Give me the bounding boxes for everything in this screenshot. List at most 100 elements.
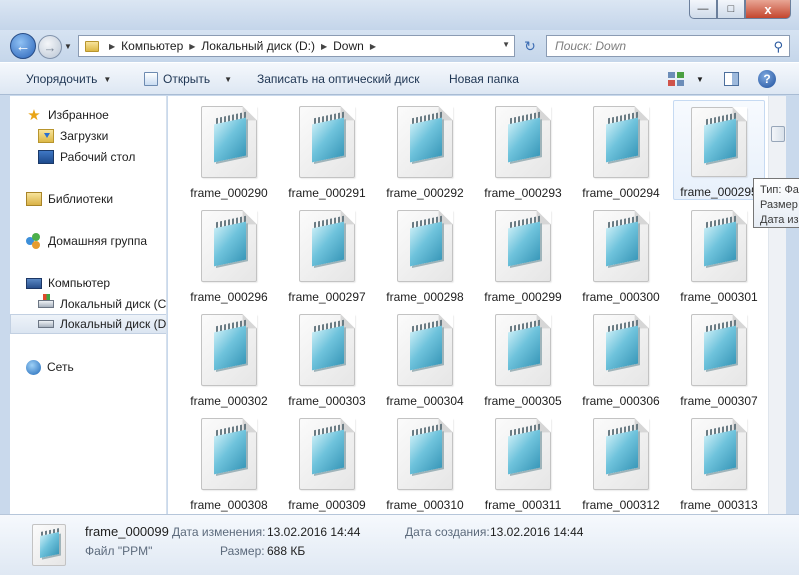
chevron-down-icon: ▼	[103, 74, 112, 84]
new-folder-button[interactable]: Новая папка	[449, 72, 519, 86]
file-item[interactable]: frame_000311	[477, 412, 569, 512]
file-item[interactable]: frame_000297	[281, 204, 373, 304]
notepad-file-icon	[691, 107, 747, 177]
file-item[interactable]: frame_000305	[477, 308, 569, 408]
nav-item-desktop[interactable]: Рабочий стол	[38, 147, 166, 167]
preview-pane-icon	[724, 72, 739, 86]
file-item[interactable]: frame_000300	[575, 204, 667, 304]
breadcrumb-down[interactable]: Down	[333, 39, 364, 53]
preview-pane-button[interactable]	[724, 72, 739, 86]
chevron-right-icon[interactable]: ▶	[370, 42, 376, 51]
nav-item-drive-c[interactable]: Локальный диск (C	[38, 294, 166, 314]
breadcrumb-drive-d[interactable]: Локальный диск (D:)	[201, 39, 315, 53]
nav-item-label: Домашняя группа	[48, 234, 148, 248]
nav-item-label: Сеть	[47, 360, 74, 374]
nav-item-libraries[interactable]: Библиотеки	[26, 189, 166, 209]
nav-item-drive-d[interactable]: Локальный диск (D	[10, 314, 166, 334]
file-item[interactable]: frame_000290	[183, 100, 275, 200]
search-input[interactable]: Поиск: Down ⚲	[546, 35, 790, 57]
notepad-file-icon	[201, 314, 257, 386]
tooltip-size: Размер	[760, 199, 798, 211]
minimize-button[interactable]: —	[689, 0, 717, 19]
file-name: frame_000298	[386, 290, 464, 304]
notepad-file-icon	[299, 418, 355, 490]
nav-item-computer[interactable]: Компьютер	[26, 273, 166, 293]
file-item[interactable]: frame_000312	[575, 412, 667, 512]
file-item[interactable]: frame_000291	[281, 100, 373, 200]
file-item[interactable]: frame_000307	[673, 308, 765, 408]
breadcrumb-computer[interactable]: Компьютер	[121, 39, 183, 53]
nav-item-favorites[interactable]: ★ Избранное	[26, 105, 166, 125]
chevron-right-icon[interactable]: ▶	[189, 42, 195, 51]
file-item[interactable]: frame_000304	[379, 308, 471, 408]
file-item[interactable]: frame_000298	[379, 204, 471, 304]
command-bar: Упорядочить ▼ Открыть ▼ Записать на опти…	[0, 62, 799, 95]
new-folder-label: Новая папка	[449, 72, 519, 86]
details-file-type: Файл "PPM"	[85, 544, 153, 558]
notepad-file-icon	[397, 210, 453, 282]
notepad-file-icon	[495, 106, 551, 178]
file-item[interactable]: frame_000302	[183, 308, 275, 408]
file-name: frame_000304	[386, 394, 464, 408]
help-button[interactable]: ?	[758, 70, 776, 88]
notepad-file-icon	[691, 418, 747, 490]
nav-item-homegroup[interactable]: Домашняя группа	[26, 231, 166, 251]
burn-label: Записать на оптический диск	[257, 72, 420, 86]
file-item[interactable]: frame_000296	[183, 204, 275, 304]
search-icon[interactable]: ⚲	[773, 39, 783, 55]
tooltip-date: Дата из	[760, 214, 799, 226]
file-name: frame_000309	[288, 498, 366, 512]
organize-button[interactable]: Упорядочить ▼	[26, 72, 111, 86]
scrollbar-thumb[interactable]	[771, 126, 785, 142]
file-item[interactable]: frame_000303	[281, 308, 373, 408]
file-item[interactable]: frame_000306	[575, 308, 667, 408]
close-button[interactable]: x	[745, 0, 791, 19]
file-item[interactable]: frame_000301	[673, 204, 765, 304]
drive-icon	[38, 320, 54, 328]
file-item[interactable]: frame_000295	[673, 100, 765, 200]
file-item[interactable]: frame_000308	[183, 412, 275, 512]
vertical-scrollbar[interactable]	[768, 96, 786, 514]
file-name: frame_000302	[190, 394, 268, 408]
file-item[interactable]: frame_000292	[379, 100, 471, 200]
libraries-icon	[26, 192, 42, 206]
refresh-button[interactable]: ↻	[518, 36, 542, 56]
open-button[interactable]: Открыть ▼	[144, 72, 232, 86]
file-item[interactable]: frame_000310	[379, 412, 471, 512]
file-item[interactable]: frame_000313	[673, 412, 765, 512]
file-item[interactable]: frame_000299	[477, 204, 569, 304]
file-name: frame_000291	[288, 186, 366, 200]
chevron-right-icon[interactable]: ▶	[109, 42, 115, 51]
system-drive-icon	[38, 294, 54, 308]
notepad-file-icon	[201, 106, 257, 178]
file-list: frame_000290 frame_000291 frame_000292 fram…	[168, 96, 768, 514]
star-icon: ★	[27, 107, 41, 124]
notepad-file-icon	[397, 418, 453, 490]
file-tooltip: Тип: Фа Размер Дата из	[753, 178, 799, 228]
file-name: frame_000297	[288, 290, 366, 304]
address-bar[interactable]: ▶ Компьютер ▶ Локальный диск (D:) ▶ Down…	[78, 35, 515, 57]
back-button[interactable]: ←	[10, 33, 36, 59]
search-placeholder: Поиск: Down	[555, 39, 627, 53]
notepad-file-icon	[299, 314, 355, 386]
nav-item-network[interactable]: Сеть	[26, 357, 166, 377]
forward-button[interactable]: →	[38, 35, 62, 59]
title-bar: — □ x	[0, 0, 799, 30]
maximize-button[interactable]: □	[717, 0, 745, 19]
notepad-file-icon	[495, 418, 551, 490]
details-modified-label: Дата изменения:	[172, 525, 266, 539]
file-item[interactable]: frame_000293	[477, 100, 569, 200]
open-label: Открыть	[163, 72, 211, 86]
file-item[interactable]: frame_000294	[575, 100, 667, 200]
chevron-right-icon[interactable]: ▶	[321, 42, 327, 51]
change-view-button[interactable]: ▼	[668, 72, 704, 86]
notepad-file-icon	[495, 210, 551, 282]
file-name: frame_000301	[680, 290, 758, 304]
address-history-chevron-down-icon[interactable]: ▼	[502, 40, 510, 49]
nav-item-label: Рабочий стол	[60, 150, 136, 164]
file-item[interactable]: frame_000309	[281, 412, 373, 512]
burn-button[interactable]: Записать на оптический диск	[257, 72, 420, 86]
recent-pages-chevron-down-icon[interactable]: ▼	[64, 42, 72, 51]
file-name: frame_000310	[386, 498, 464, 512]
nav-item-downloads[interactable]: Загрузки	[38, 126, 166, 146]
